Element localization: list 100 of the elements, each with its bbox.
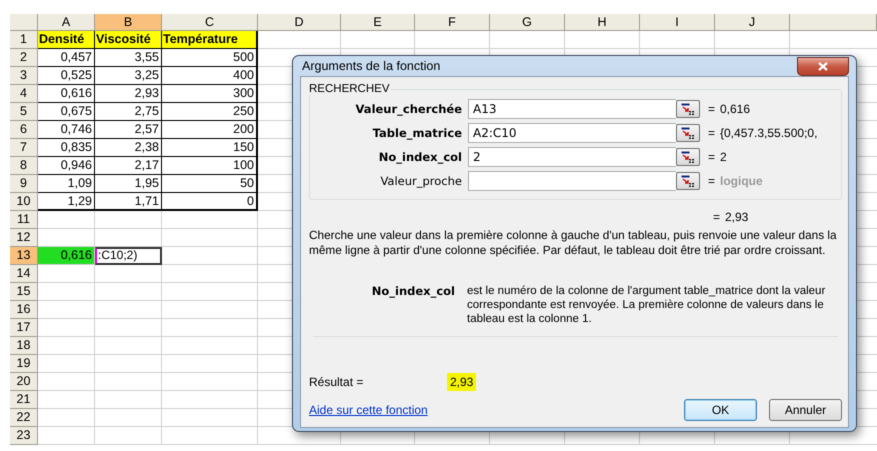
row-header[interactable]: 20	[10, 373, 38, 391]
table-cell: 0,457	[38, 49, 95, 67]
row-header[interactable]: 12	[10, 229, 38, 247]
range-picker-icon	[681, 103, 695, 115]
table-cell: 1,29	[38, 193, 95, 211]
range-picker-button[interactable]	[676, 100, 700, 118]
row-header[interactable]: 19	[10, 355, 38, 373]
table-cell: 0,835	[38, 139, 95, 157]
dialog-button[interactable]: OK	[684, 399, 757, 421]
dialog-button[interactable]: Annuler	[769, 399, 842, 421]
row-header[interactable]: 6	[10, 121, 38, 139]
row-header[interactable]: 11	[10, 211, 38, 229]
argument-description: est le numéro de la colonne de l'argument table_matrice dont la valeur correspondante est renvoyée. La première colonne de valeurs dans le tableau est la colonne 1.	[467, 284, 826, 326]
row-header[interactable]: 3	[10, 67, 38, 85]
table-cell: 0,525	[38, 67, 95, 85]
argument-label: No_index_col	[378, 150, 463, 164]
table-cell: 2,17	[95, 157, 162, 175]
table-cell: 150	[162, 139, 258, 157]
column-header[interactable]: A	[38, 14, 95, 31]
table-cell: 1,71	[95, 193, 162, 211]
table-cell: 250	[162, 103, 258, 121]
row-header[interactable]: 21	[10, 391, 38, 409]
column-header[interactable]: B	[95, 14, 162, 31]
equals-sign: =	[708, 102, 716, 116]
row-header[interactable]: 22	[10, 409, 38, 427]
argument-result: logique	[720, 174, 763, 188]
argument-name: No_index_col	[370, 284, 456, 300]
table-cell: 0,616	[38, 247, 95, 265]
table-cell: 2,38	[95, 139, 162, 157]
table-cell: 100	[162, 157, 258, 175]
result-value: 2,93	[447, 373, 476, 391]
row-header[interactable]: 7	[10, 139, 38, 157]
argument-field[interactable]: 2	[468, 147, 676, 167]
equals-sign: =	[708, 174, 716, 188]
result-label: Résultat =	[309, 375, 364, 389]
table-cell: 1,09	[38, 175, 95, 193]
row-header[interactable]: 10	[10, 193, 38, 211]
column-title: Température	[162, 31, 258, 49]
table-cell: 0,675	[38, 103, 95, 121]
table-cell: 0	[162, 193, 258, 211]
group-label: RECHERCHEV	[308, 83, 391, 95]
close-icon	[818, 62, 828, 71]
equals-sign: =	[708, 126, 716, 140]
column-header[interactable]: I	[640, 14, 715, 31]
function-description: Cherche une valeur dans la première colonne à gauche d'un tableau, puis renvoie une valeur dans la même ligne à partir d'une colonne spécifiée. Par défaut, le tableau doit être trié par ordre croissant.	[309, 228, 838, 258]
row-header[interactable]: 13	[10, 247, 38, 265]
table-cell: 2,93	[95, 85, 162, 103]
table-cell: 200	[162, 121, 258, 139]
table-cell: 3,25	[95, 67, 162, 85]
equals-sign: =	[713, 210, 722, 226]
row-header[interactable]: 5	[10, 103, 38, 121]
table-cell: 0,746	[38, 121, 95, 139]
row-header[interactable]: 17	[10, 319, 38, 337]
cell-editor[interactable]: :C10;2)	[95, 247, 162, 265]
range-picker-icon	[681, 151, 695, 163]
formula-result: 2,93	[725, 210, 748, 226]
argument-field[interactable]: A13	[468, 99, 676, 119]
table-cell: 0,616	[38, 85, 95, 103]
row-header[interactable]: 18	[10, 337, 38, 355]
range-picker-button[interactable]	[676, 148, 700, 166]
close-button[interactable]	[797, 57, 849, 76]
row-header[interactable]: 23	[10, 427, 38, 445]
range-picker-button[interactable]	[676, 124, 700, 142]
range-picker-icon	[681, 175, 695, 187]
dialog-title: Arguments de la fonction	[301, 59, 440, 73]
argument-result: 2	[720, 150, 727, 164]
column-title: Viscosité	[95, 31, 162, 49]
row-header[interactable]: 1	[10, 31, 38, 49]
column-header[interactable]: F	[415, 14, 490, 31]
table-cell: 1,95	[95, 175, 162, 193]
column-header[interactable]: G	[490, 14, 565, 31]
argument-label: Table_matrice	[372, 126, 463, 140]
column-header[interactable]: E	[341, 14, 415, 31]
equals-sign: =	[708, 150, 716, 164]
range-picker-icon	[681, 127, 695, 139]
argument-label: Valeur_cherchée	[354, 102, 463, 116]
column-header[interactable]: J	[715, 14, 790, 31]
row-header[interactable]: 9	[10, 175, 38, 193]
table-cell: 3,55	[95, 49, 162, 67]
table-cell: 0,946	[38, 157, 95, 175]
range-picker-button[interactable]	[676, 172, 700, 190]
row-header[interactable]: 16	[10, 301, 38, 319]
table-cell: 2,57	[95, 121, 162, 139]
argument-field[interactable]: A2:C10	[468, 123, 676, 143]
column-header[interactable]: H	[565, 14, 640, 31]
row-header[interactable]: 8	[10, 157, 38, 175]
row-header[interactable]: 14	[10, 265, 38, 283]
row-header[interactable]: 15	[10, 283, 38, 301]
row-header[interactable]: 4	[10, 85, 38, 103]
column-header[interactable]: D	[258, 14, 341, 31]
argument-result: 0,616	[720, 102, 750, 116]
argument-result: {0,457.3,55.500;0,	[720, 126, 818, 140]
table-cell: 300	[162, 85, 258, 103]
table-cell: 400	[162, 67, 258, 85]
table-cell: 50	[162, 175, 258, 193]
table-cell: 500	[162, 49, 258, 67]
row-header[interactable]: 2	[10, 49, 38, 67]
help-link[interactable]: Aide sur cette fonction	[309, 403, 428, 417]
argument-field[interactable]	[468, 171, 676, 191]
column-header[interactable]: C	[162, 14, 258, 31]
